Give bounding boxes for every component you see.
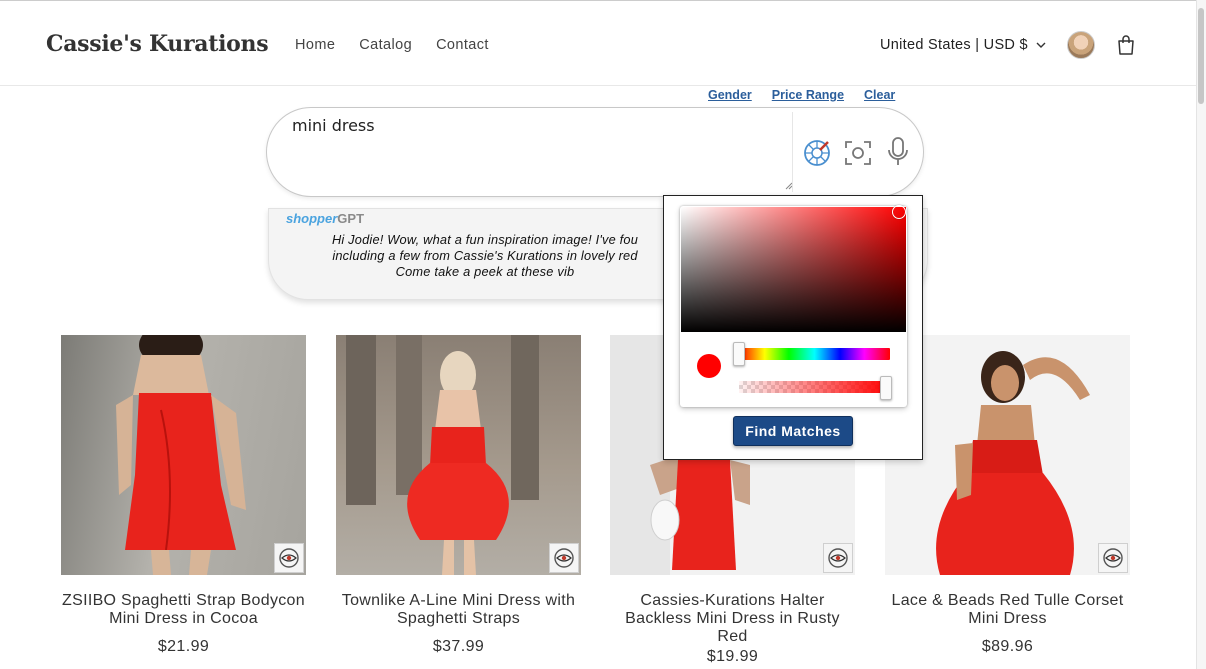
eye-scan-icon	[279, 548, 299, 568]
cart-icon[interactable]	[1115, 34, 1137, 56]
chevron-down-icon	[1036, 42, 1046, 48]
locale-selector[interactable]: United States | USD $	[880, 37, 1046, 53]
assistant-message-line: Come take a peek at these vib	[395, 264, 575, 279]
nav-contact[interactable]: Contact	[436, 37, 489, 53]
alpha-slider[interactable]	[739, 381, 890, 393]
product-price: $37.99	[432, 638, 485, 655]
image-search-icon[interactable]	[843, 138, 873, 168]
product-title[interactable]: Townlike A-Line Mini Dress with Spaghett…	[336, 592, 581, 628]
hue-slider[interactable]	[739, 348, 890, 360]
product-title[interactable]: Lace & Beads Red Tulle Corset Mini Dress	[885, 592, 1130, 628]
eye-scan-icon	[828, 548, 848, 568]
selected-color-swatch	[697, 354, 721, 378]
hue-slider-thumb[interactable]	[733, 342, 745, 366]
find-matches-button[interactable]: Find Matches	[733, 416, 853, 446]
visual-search-badge[interactable]	[549, 543, 579, 573]
filter-clear[interactable]: Clear	[864, 88, 895, 102]
nav-home[interactable]: Home	[295, 37, 335, 53]
search-divider	[792, 112, 793, 192]
visual-search-badge[interactable]	[274, 543, 304, 573]
nav-catalog[interactable]: Catalog	[359, 37, 412, 53]
saturation-cursor[interactable]	[892, 205, 906, 219]
product-image[interactable]	[61, 335, 306, 575]
saturation-area[interactable]	[681, 207, 906, 332]
main-nav: Home Catalog Contact	[295, 37, 489, 53]
visual-search-badge[interactable]	[823, 543, 853, 573]
scrollbar-thumb[interactable]	[1198, 8, 1204, 104]
search-input[interactable]: mini dress	[292, 116, 375, 135]
locale-label: United States | USD $	[880, 37, 1028, 53]
visual-search-badge[interactable]	[1098, 543, 1128, 573]
brand-logo[interactable]: Cassie's Kurations	[46, 31, 269, 57]
microphone-icon[interactable]	[886, 136, 910, 168]
logo-part-shopper: shopper	[286, 211, 338, 226]
product-price: $19.99	[706, 648, 759, 665]
logo-part-gpt: GPT	[337, 211, 365, 226]
alpha-slider-thumb[interactable]	[880, 376, 892, 400]
product-title[interactable]: ZSIIBO Spaghetti Strap Bodycon Mini Dres…	[61, 592, 306, 628]
product-price: $89.96	[981, 638, 1034, 655]
assistant-message-line: including a few from Cassie's Kurations …	[332, 248, 638, 263]
assistant-message: Hi Jodie! Wow, what a fun inspiration im…	[290, 232, 680, 280]
site-header: Cassie's Kurations Home Catalog Contact …	[0, 0, 1196, 86]
product-price: $21.99	[157, 638, 210, 655]
product-title[interactable]: Cassies-Kurations Halter Backless Mini D…	[610, 592, 855, 646]
eye-scan-icon	[554, 548, 574, 568]
eye-scan-icon	[1103, 548, 1123, 568]
shoppergpt-logo: shopperGPT	[286, 211, 364, 226]
search-filters: Gender Price Range Clear	[708, 88, 895, 102]
product-image[interactable]	[336, 335, 581, 575]
filter-gender[interactable]: Gender	[708, 88, 752, 102]
color-wheel-icon[interactable]	[802, 138, 832, 168]
product-card[interactable]: ZSIIBO Spaghetti Strap Bodycon Mini Dres…	[61, 335, 306, 656]
avatar[interactable]	[1067, 31, 1095, 59]
filter-price-range[interactable]: Price Range	[772, 88, 844, 102]
assistant-message-line: Hi Jodie! Wow, what a fun inspiration im…	[331, 232, 639, 247]
product-card[interactable]: Townlike A-Line Mini Dress with Spaghett…	[336, 335, 581, 656]
